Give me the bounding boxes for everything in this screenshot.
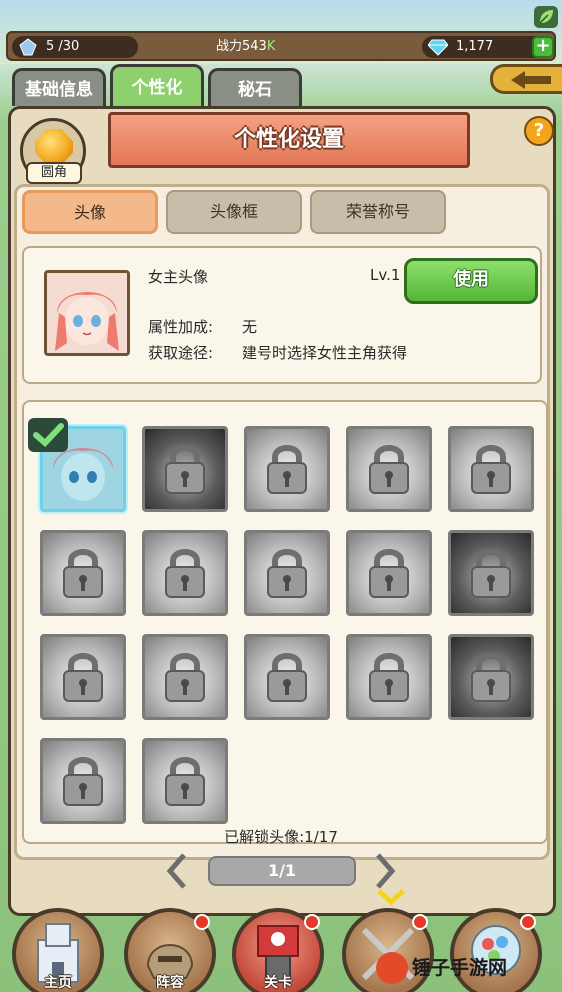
back-arrow-icon — [511, 71, 551, 89]
nav-home-label: 主页 — [44, 975, 72, 991]
power-label: 战力 — [216, 39, 243, 54]
lock-icon — [63, 549, 103, 598]
watermark-text: 锤子手游网 — [412, 957, 508, 979]
next-page-button[interactable] — [372, 852, 398, 890]
tab-basic-info[interactable]: 基础信息 — [12, 68, 106, 106]
attribute-label: 属性加成: — [148, 318, 214, 336]
stage-notification-dot — [304, 914, 320, 930]
power-value: 543 — [242, 39, 267, 54]
power-suffix: K — [266, 39, 276, 54]
avatar-name: 女主头像 — [148, 268, 209, 286]
avatar-cell-locked[interactable] — [346, 530, 432, 616]
add-gems-button[interactable]: + — [532, 36, 554, 58]
lock-icon — [165, 445, 205, 494]
avatar-cell-locked[interactable] — [244, 530, 330, 616]
prev-page-button[interactable] — [164, 852, 190, 890]
avatar-cell-locked[interactable] — [448, 530, 534, 616]
unlocked-count: 已解锁头像:1/17 — [224, 828, 338, 846]
tab-personalize[interactable]: 个性化 — [110, 64, 204, 106]
source-row: 获取途径: 建号时选择女性主角获得 — [148, 342, 407, 363]
avatar-cell-locked[interactable] — [448, 426, 534, 512]
lock-icon — [267, 445, 307, 494]
chevron-down-icon — [377, 889, 405, 906]
avatar-cell-locked[interactable] — [346, 426, 432, 512]
plus-icon: + — [535, 35, 551, 56]
avatar-cell-locked[interactable] — [142, 530, 228, 616]
lock-icon — [369, 653, 409, 702]
lock-icon — [471, 445, 511, 494]
avatar-cell-locked[interactable] — [142, 634, 228, 720]
lock-icon — [165, 653, 205, 702]
stamina-counter: 5 /30 — [12, 36, 138, 58]
source-label: 获取途径: — [148, 344, 214, 362]
lock-icon — [267, 549, 307, 598]
subtab-avatar[interactable]: 头像 — [22, 190, 158, 234]
lock-icon — [267, 653, 307, 702]
avatar-cell-locked[interactable] — [40, 738, 126, 824]
corner-style-label: 圆角 — [26, 162, 82, 184]
avatar-level: Lv.1 — [370, 266, 401, 284]
gacha-notification-dot — [520, 914, 536, 930]
avatar-cell-locked[interactable] — [40, 634, 126, 720]
power-display: 战力543K — [216, 36, 344, 58]
question-icon: ? — [533, 120, 545, 141]
leaf-menu-button[interactable] — [534, 6, 558, 28]
help-button[interactable]: ? — [524, 116, 554, 146]
page-title: 个性化设置 — [108, 112, 470, 168]
lock-icon — [165, 549, 205, 598]
heroine-portrait-icon — [47, 273, 127, 353]
battle-notification-dot — [412, 914, 428, 930]
lock-icon — [369, 549, 409, 598]
gem-icon — [35, 129, 73, 165]
avatar-cell-locked[interactable] — [40, 530, 126, 616]
lock-icon — [471, 549, 511, 598]
gem-value: 1,177 — [456, 39, 494, 54]
avatar-cell-locked[interactable] — [142, 738, 228, 824]
subtab-avatar-frame[interactable]: 头像框 — [166, 190, 302, 234]
lock-icon — [165, 757, 205, 806]
diamond-icon — [428, 39, 448, 56]
lineup-notification-dot — [194, 914, 210, 930]
lock-icon — [471, 653, 511, 702]
source-value: 建号时选择女性主角获得 — [242, 344, 408, 362]
use-button[interactable]: 使用 — [404, 258, 538, 304]
lock-icon — [63, 653, 103, 702]
leaf-icon — [539, 10, 553, 24]
selected-avatar-portrait — [44, 270, 130, 356]
watermark: 锤子手游网 — [376, 950, 556, 986]
lock-icon — [63, 757, 103, 806]
tab-secret-stone[interactable]: 秘石 — [208, 68, 302, 106]
avatar-cell-locked[interactable] — [244, 426, 330, 512]
checkmark-icon — [28, 418, 68, 452]
stamina-value: 5 /30 — [46, 39, 80, 54]
crystal-icon — [19, 38, 37, 56]
avatar-cell-locked[interactable] — [244, 634, 330, 720]
lock-icon — [369, 445, 409, 494]
back-button[interactable] — [490, 64, 562, 94]
attribute-row: 属性加成: 无 — [148, 316, 257, 337]
nav-lineup-label: 阵容 — [156, 975, 184, 991]
attribute-value: 无 — [242, 318, 258, 336]
page-indicator: 1/1 — [208, 856, 356, 886]
nav-stage-label: 关卡 — [264, 975, 292, 991]
subtab-honor-title[interactable]: 荣誉称号 — [310, 190, 446, 234]
avatar-cell-locked[interactable] — [142, 426, 228, 512]
avatar-cell-locked[interactable] — [346, 634, 432, 720]
hammer-logo-icon — [376, 952, 408, 984]
avatar-cell-locked[interactable] — [448, 634, 534, 720]
